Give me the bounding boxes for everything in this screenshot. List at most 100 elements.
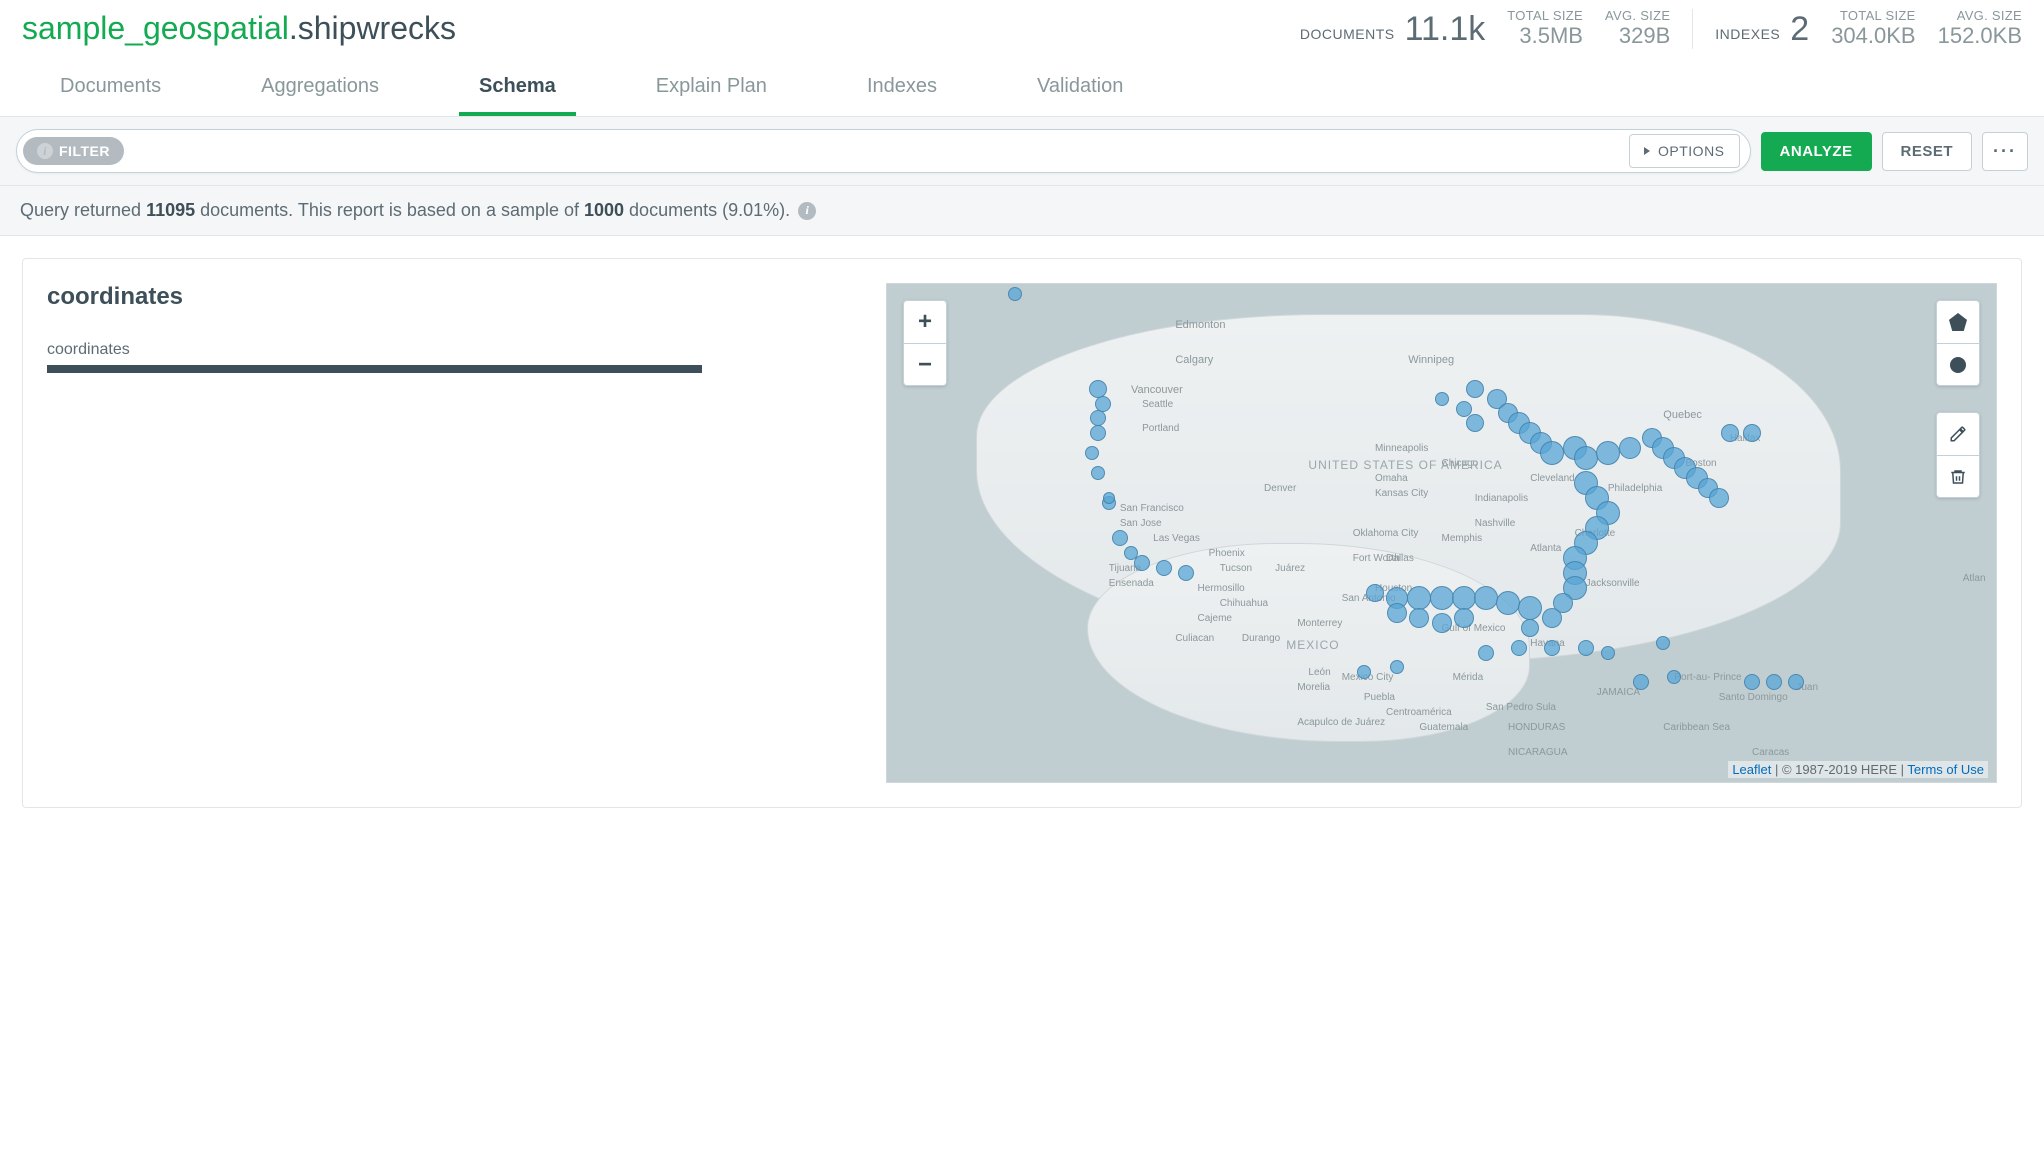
delete-shapes-button[interactable] xyxy=(1937,455,1979,497)
info-icon: i xyxy=(37,143,53,159)
map-marker[interactable] xyxy=(1633,674,1649,690)
filter-chip: i FILTER xyxy=(23,137,124,165)
field-panel: coordinates coordinates xyxy=(47,283,866,783)
stat-divider xyxy=(1692,9,1693,49)
map-marker[interactable] xyxy=(1518,596,1542,620)
map-marker[interactable] xyxy=(1435,392,1449,406)
map-marker[interactable] xyxy=(1709,488,1729,508)
field-title: coordinates xyxy=(47,283,866,311)
tab-schema[interactable]: Schema xyxy=(459,61,576,116)
map-panel[interactable]: EdmontonCalgaryWinnipegVancouverSeattleP… xyxy=(886,283,1997,783)
tab-documents[interactable]: Documents xyxy=(40,61,181,116)
database-name[interactable]: sample_geospatial xyxy=(22,10,289,46)
map-marker[interactable] xyxy=(1478,645,1494,661)
map-background xyxy=(887,284,1996,782)
draw-polygon-button[interactable] xyxy=(1937,301,1979,343)
leaflet-link[interactable]: Leaflet xyxy=(1732,762,1771,777)
zoom-control: + − xyxy=(903,300,947,386)
header: sample_geospatial.shipwrecks DOCUMENTS 1… xyxy=(0,0,2044,61)
schema-field-card: coordinates coordinates EdmontonCalgaryW… xyxy=(22,258,2022,808)
map-marker[interactable] xyxy=(1390,660,1404,674)
map-marker[interactable] xyxy=(1366,584,1384,602)
filter-input[interactable] xyxy=(124,137,1629,166)
options-button[interactable]: OPTIONS xyxy=(1629,134,1740,168)
field-type-label: coordinates xyxy=(47,341,866,359)
analyze-button[interactable]: ANALYZE xyxy=(1761,132,1872,171)
map-marker[interactable] xyxy=(1430,586,1454,610)
map-marker[interactable] xyxy=(1619,437,1641,459)
stat-indexes: INDEXES 2 xyxy=(1715,12,1809,46)
map-marker[interactable] xyxy=(1466,414,1484,432)
tab-aggregations[interactable]: Aggregations xyxy=(241,61,399,116)
map-marker[interactable] xyxy=(1456,401,1472,417)
map-marker[interactable] xyxy=(1008,287,1022,301)
tab-validation[interactable]: Validation xyxy=(1017,61,1143,116)
map-marker[interactable] xyxy=(1357,665,1371,679)
map-marker[interactable] xyxy=(1091,466,1105,480)
info-icon[interactable]: i xyxy=(798,202,816,220)
tabs: Documents Aggregations Schema Explain Pl… xyxy=(0,61,2044,117)
map-marker[interactable] xyxy=(1432,613,1452,633)
map-marker[interactable] xyxy=(1496,591,1520,615)
more-options-button[interactable]: ··· xyxy=(1982,132,2028,171)
map-marker[interactable] xyxy=(1178,565,1194,581)
map-marker[interactable] xyxy=(1409,608,1429,628)
edit-icon xyxy=(1949,425,1967,443)
map-marker[interactable] xyxy=(1601,646,1615,660)
map-marker[interactable] xyxy=(1474,586,1498,610)
filter-bar: i FILTER OPTIONS ANALYZE RESET ··· xyxy=(0,117,2044,186)
map-marker[interactable] xyxy=(1766,674,1782,690)
query-summary: Query returned 11095 documents. This rep… xyxy=(0,186,2044,236)
field-type-bar xyxy=(47,365,702,373)
map-marker[interactable] xyxy=(1466,380,1484,398)
map-marker[interactable] xyxy=(1578,640,1594,656)
map-marker[interactable] xyxy=(1656,636,1670,650)
tab-indexes[interactable]: Indexes xyxy=(847,61,957,116)
reset-button[interactable]: RESET xyxy=(1882,132,1973,171)
map-marker[interactable] xyxy=(1511,640,1527,656)
map-attribution: Leaflet | © 1987-2019 HERE | Terms of Us… xyxy=(1728,761,1988,778)
pentagon-icon xyxy=(1949,313,1967,331)
terms-link[interactable]: Terms of Use xyxy=(1907,762,1984,777)
content: coordinates coordinates EdmontonCalgaryW… xyxy=(0,236,2044,830)
edit-shapes-button[interactable] xyxy=(1937,413,1979,455)
filter-input-wrap: i FILTER OPTIONS xyxy=(16,129,1751,173)
map-marker[interactable] xyxy=(1667,670,1681,684)
map-marker[interactable] xyxy=(1721,424,1739,442)
map-marker[interactable] xyxy=(1156,560,1172,576)
namespace-title: sample_geospatial.shipwrecks xyxy=(22,10,456,47)
map-marker[interactable] xyxy=(1090,425,1106,441)
map-marker[interactable] xyxy=(1085,446,1099,460)
map-marker[interactable] xyxy=(1134,555,1150,571)
trash-icon xyxy=(1949,468,1967,486)
map-marker[interactable] xyxy=(1095,396,1111,412)
map-marker[interactable] xyxy=(1574,446,1598,470)
collection-name: .shipwrecks xyxy=(289,10,456,46)
stat-doc-avg-size: AVG. SIZE 329B xyxy=(1605,8,1670,49)
map-marker[interactable] xyxy=(1454,608,1474,628)
map-marker[interactable] xyxy=(1788,674,1804,690)
circle-icon xyxy=(1950,357,1966,373)
map-marker[interactable] xyxy=(1112,530,1128,546)
zoom-out-button[interactable]: − xyxy=(904,343,946,385)
stat-idx-avg-size: AVG. SIZE 152.0KB xyxy=(1938,8,2022,49)
map-marker[interactable] xyxy=(1542,608,1562,628)
edit-control xyxy=(1936,412,1980,498)
caret-right-icon xyxy=(1644,147,1650,155)
draw-circle-button[interactable] xyxy=(1937,343,1979,385)
map-marker[interactable] xyxy=(1387,603,1407,623)
map-marker[interactable] xyxy=(1103,492,1115,504)
map-marker[interactable] xyxy=(1540,441,1564,465)
map-marker[interactable] xyxy=(1452,586,1476,610)
collection-stats: DOCUMENTS 11.1k TOTAL SIZE 3.5MB AVG. SI… xyxy=(1300,8,2022,49)
map-marker[interactable] xyxy=(1743,424,1761,442)
map-marker[interactable] xyxy=(1544,640,1560,656)
map-marker[interactable] xyxy=(1407,586,1431,610)
map-marker[interactable] xyxy=(1090,410,1106,426)
map-marker[interactable] xyxy=(1744,674,1760,690)
map-marker[interactable] xyxy=(1521,619,1539,637)
map-marker[interactable] xyxy=(1596,441,1620,465)
tab-explain-plan[interactable]: Explain Plan xyxy=(636,61,787,116)
documents-label: DOCUMENTS xyxy=(1300,26,1395,46)
zoom-in-button[interactable]: + xyxy=(904,301,946,343)
